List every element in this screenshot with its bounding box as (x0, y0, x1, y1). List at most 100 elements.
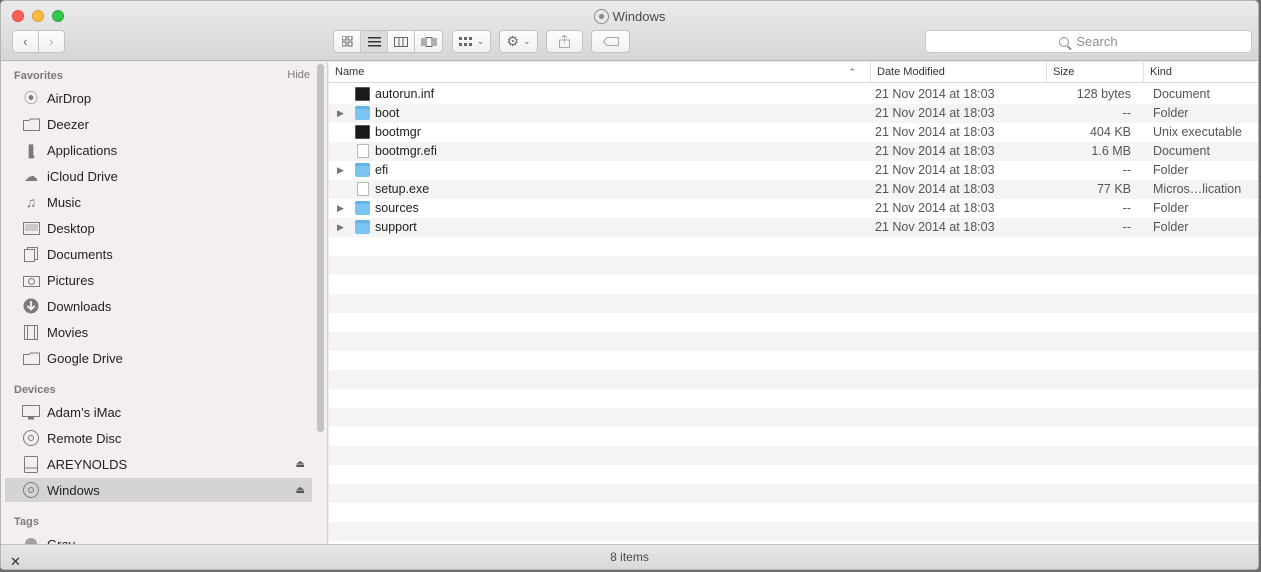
empty-row (329, 351, 1258, 370)
empty-row (329, 275, 1258, 294)
share-button[interactable] (546, 30, 583, 53)
arrange-button[interactable]: ⌄ (452, 30, 491, 53)
sidebar-item-adams-imac[interactable]: Adam’s iMac (5, 400, 312, 424)
column-view-button[interactable] (388, 31, 415, 52)
chevron-down-icon: ⌄ (523, 36, 531, 46)
column-header-size[interactable]: Size (1046, 62, 1143, 83)
documents-icon (21, 245, 41, 263)
back-button[interactable]: ‹ (13, 31, 39, 52)
download-icon (21, 297, 41, 315)
sidebar-item-areynolds[interactable]: AREYNOLDS ⏏ (5, 452, 312, 476)
disclosure-triangle-icon[interactable]: ▶ (337, 108, 344, 119)
column-header-date-modified[interactable]: Date Modified (870, 62, 1047, 83)
sidebar-item-downloads[interactable]: Downloads (5, 294, 312, 318)
disclosure-triangle-icon[interactable]: ▶ (337, 203, 344, 214)
sidebar-section-tags: Tags (14, 516, 39, 528)
chevron-down-icon: ⌄ (476, 36, 485, 46)
action-button[interactable]: ⚙ ⌄ (499, 30, 538, 53)
file-row-setup-exe[interactable]: setup.exe 21 Nov 2014 at 18:03 77 KB Mic… (329, 180, 1258, 199)
eject-icon[interactable]: ⏏ (296, 485, 305, 496)
imac-icon (21, 403, 41, 421)
status-bar: ✕ 8 items (1, 544, 1258, 569)
sidebar-scrollbar[interactable] (317, 64, 324, 432)
toolbar: Windows ‹ › ⌄ ⚙ ⌄ Search (1, 1, 1258, 61)
cover-flow-view-button[interactable] (415, 31, 442, 52)
column-view-icon (394, 36, 408, 47)
sidebar-section-favorites: Favorites (14, 70, 63, 82)
folder-icon (21, 349, 41, 367)
file-row-support[interactable]: ▶ support 21 Nov 2014 at 18:03 -- Folder (329, 218, 1258, 237)
column-header-name[interactable]: Name ⌃ (329, 62, 864, 83)
empty-row (329, 294, 1258, 313)
sort-ascending-icon: ⌃ (848, 67, 856, 77)
sidebar-item-icloud-drive[interactable]: ☁ iCloud Drive (5, 164, 312, 188)
sidebar-item-google-drive[interactable]: Google Drive (5, 346, 312, 370)
file-row-autorun-inf[interactable]: autorun.inf 21 Nov 2014 at 18:03 128 byt… (329, 85, 1258, 104)
column-header-kind[interactable]: Kind (1143, 62, 1258, 83)
list-view-button[interactable] (361, 31, 388, 52)
file-row-boot[interactable]: ▶ boot 21 Nov 2014 at 18:03 -- Folder (329, 104, 1258, 123)
chevron-right-icon: › (49, 34, 54, 49)
folder-icon (21, 115, 41, 133)
drive-icon (21, 455, 41, 473)
disc-icon (21, 429, 41, 447)
share-icon (559, 35, 570, 48)
empty-row (329, 522, 1258, 541)
disc-icon (593, 9, 609, 24)
executable-file-icon (355, 125, 370, 139)
folder-icon (355, 163, 370, 177)
sidebar-item-music[interactable]: ♫ Music (5, 190, 312, 214)
gear-icon: ⚙ (506, 33, 519, 49)
empty-row (329, 503, 1258, 522)
disclosure-triangle-icon[interactable]: ▶ (337, 165, 344, 176)
cloud-icon: ☁ (24, 167, 38, 184)
eject-icon[interactable]: ⏏ (296, 459, 305, 470)
desktop-icon (21, 219, 41, 237)
grid-arrange-icon (458, 36, 472, 46)
empty-row (329, 370, 1258, 389)
music-icon: ♫ (25, 194, 37, 210)
document-file-icon (357, 144, 369, 158)
tag-icon (602, 37, 619, 46)
empty-row (329, 446, 1258, 465)
toggle-sidebar-icon[interactable]: ✕ (10, 550, 21, 569)
search-field[interactable]: Search (925, 30, 1252, 53)
icon-view-button[interactable] (334, 31, 361, 52)
sidebar-item-deezer[interactable]: Deezer (5, 112, 312, 136)
file-row-sources[interactable]: ▶ sources 21 Nov 2014 at 18:03 -- Folder (329, 199, 1258, 218)
file-row-efi[interactable]: ▶ efi 21 Nov 2014 at 18:03 -- Folder (329, 161, 1258, 180)
sidebar-item-movies[interactable]: Movies (5, 320, 312, 344)
file-rows: autorun.inf 21 Nov 2014 at 18:03 128 byt… (329, 85, 1258, 541)
disclosure-triangle-icon[interactable]: ▶ (337, 222, 344, 233)
cover-flow-view-icon (421, 36, 436, 47)
executable-file-icon (355, 87, 370, 101)
empty-row (329, 427, 1258, 446)
search-placeholder: Search (1076, 34, 1118, 49)
window-title: Windows (1, 9, 1258, 24)
tag-button[interactable] (591, 30, 630, 53)
column-headers: Name ⌃ Date Modified Size Kind (329, 62, 1258, 83)
file-row-bootmgr[interactable]: bootmgr 21 Nov 2014 at 18:03 404 KB Unix… (329, 123, 1258, 142)
empty-row (329, 389, 1258, 408)
airdrop-icon: ⦿ (24, 90, 38, 106)
view-mode-selector (333, 30, 443, 53)
camera-icon (21, 271, 41, 289)
empty-row (329, 484, 1258, 503)
sidebar-item-pictures[interactable]: Pictures (5, 268, 312, 292)
hide-favorites-button[interactable]: Hide (287, 69, 310, 81)
sidebar-item-desktop[interactable]: Desktop (5, 216, 312, 240)
sidebar-item-applications[interactable]: ❚̹ Applications (5, 138, 312, 162)
sidebar-item-documents[interactable]: Documents (5, 242, 312, 266)
sidebar-item-airdrop[interactable]: ⦿ AirDrop (5, 86, 312, 110)
sidebar-item-windows[interactable]: Windows ⏏ (5, 478, 312, 502)
empty-row (329, 256, 1258, 275)
file-list: Name ⌃ Date Modified Size Kind autorun.in… (329, 62, 1258, 545)
forward-button[interactable]: › (39, 31, 64, 52)
sidebar: Favorites Hide ⦿ AirDrop Deezer ❚̹ Applica… (1, 62, 328, 545)
sidebar-item-remote-disc[interactable]: Remote Disc (5, 426, 312, 450)
disc-icon (21, 481, 41, 499)
chevron-left-icon: ‹ (23, 34, 28, 49)
file-row-bootmgr-efi[interactable]: bootmgr.efi 21 Nov 2014 at 18:03 1.6 MB … (329, 142, 1258, 161)
item-count: 8 items (610, 550, 649, 564)
folder-icon (355, 220, 370, 234)
